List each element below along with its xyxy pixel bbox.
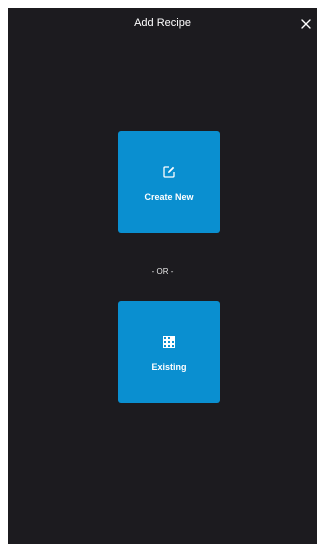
close-button[interactable] <box>299 17 313 31</box>
existing-button[interactable]: Existing <box>118 301 220 403</box>
close-icon <box>301 19 311 29</box>
or-separator: - OR - <box>151 267 174 276</box>
create-new-label: Create New <box>144 192 194 202</box>
dialog-header: Add Recipe <box>8 8 317 40</box>
existing-label: Existing <box>151 362 187 372</box>
dialog-title: Add Recipe <box>134 17 191 29</box>
edit-icon <box>163 166 175 178</box>
create-new-button[interactable]: Create New <box>118 131 220 233</box>
add-recipe-dialog: Add Recipe Create New - OR - Existing <box>8 8 317 544</box>
grid-icon <box>163 336 175 348</box>
